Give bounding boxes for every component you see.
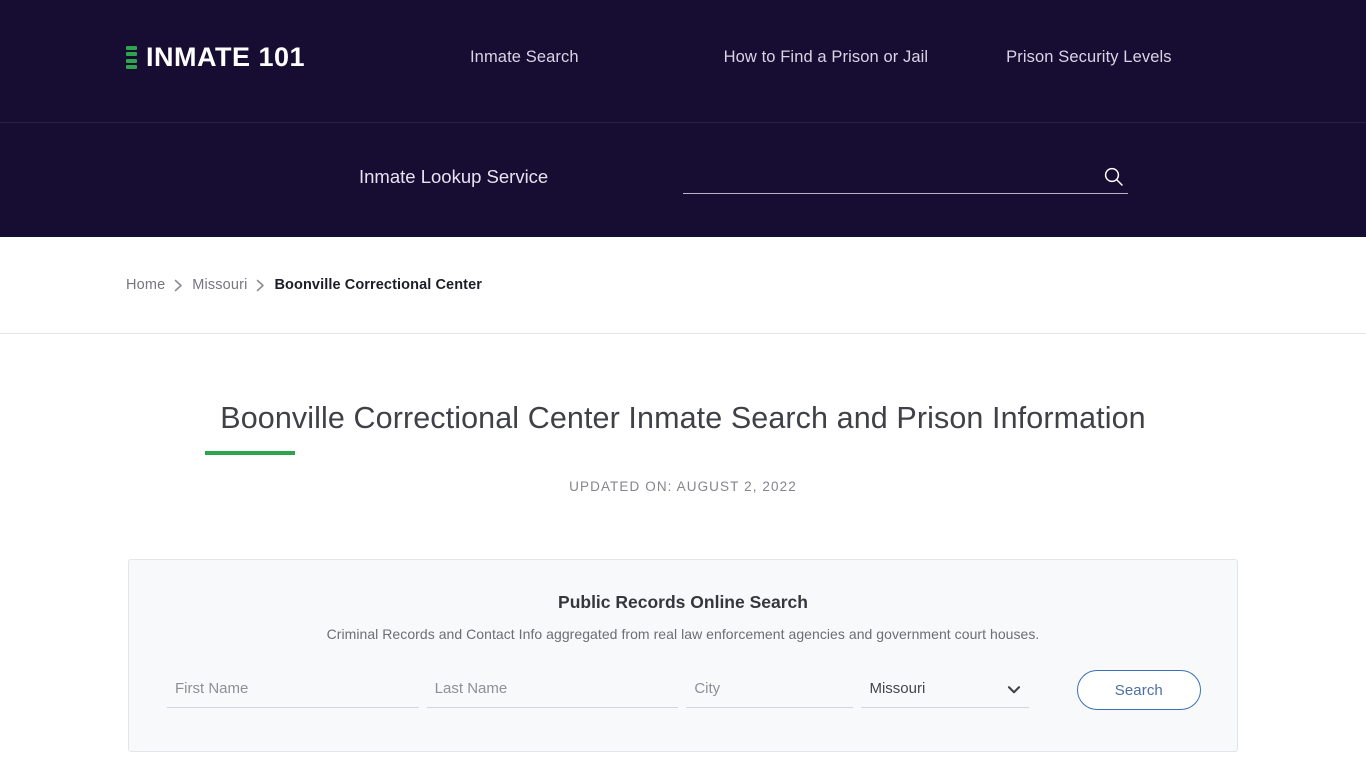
site-header: INMATE 101 Inmate Search How to Find a P…	[0, 0, 1366, 122]
site-search-box[interactable]	[683, 159, 1128, 194]
breadcrumb-item-current: Boonville Correctional Center	[274, 277, 483, 293]
brand-logo[interactable]: INMATE 101	[126, 44, 305, 71]
search-icon[interactable]	[1100, 163, 1126, 189]
title-accent-rule	[205, 450, 295, 455]
city-field[interactable]	[686, 670, 854, 708]
breadcrumb: Home Missouri Boonville Correctional Cen…	[126, 277, 482, 293]
nav-link-prison-security-levels[interactable]: Prison Security Levels	[1006, 48, 1171, 67]
page-title: Boonville Correctional Center Inmate Sea…	[220, 401, 1146, 435]
public-records-search-button[interactable]: Search	[1076, 670, 1202, 710]
public-records-search-card: Public Records Online Search Criminal Re…	[128, 559, 1238, 752]
lookup-service-band: Inmate Lookup Service	[0, 122, 1366, 237]
first-name-field[interactable]	[167, 670, 419, 708]
breadcrumb-bar: Home Missouri Boonville Correctional Cen…	[0, 237, 1366, 334]
card-title: Public Records Online Search	[558, 592, 808, 612]
stacked-bars-logo-icon	[126, 45, 137, 71]
public-records-search-form: MissouriAlabamaAlaskaArizonaArkansasCali…	[167, 670, 1202, 710]
last-name-field[interactable]	[426, 670, 679, 708]
nav-link-how-to-find-a-prison-or-jail[interactable]: How to Find a Prison or Jail	[724, 48, 929, 67]
last-name-input[interactable]	[426, 680, 679, 697]
state-select[interactable]: MissouriAlabamaAlaskaArizonaArkansasCali…	[861, 680, 1029, 697]
breadcrumb-item-home[interactable]: Home	[126, 277, 165, 293]
lookup-service-label: Inmate Lookup Service	[359, 166, 549, 187]
primary-nav: Inmate Search How to Find a Prison or Ja…	[470, 48, 1172, 67]
first-name-input[interactable]	[167, 680, 419, 697]
breadcrumb-item-missouri[interactable]: Missouri	[192, 277, 247, 293]
card-subtitle: Criminal Records and Contact Info aggreg…	[326, 626, 1040, 642]
state-field[interactable]: MissouriAlabamaAlaskaArizonaArkansasCali…	[861, 670, 1029, 708]
city-input[interactable]	[686, 680, 854, 697]
nav-link-inmate-search[interactable]: Inmate Search	[470, 48, 579, 67]
chevron-right-icon	[256, 279, 265, 292]
chevron-right-icon	[174, 279, 183, 292]
site-search-input[interactable]	[683, 161, 1100, 191]
brand-name: INMATE 101	[146, 42, 306, 72]
page-header: Boonville Correctional Center Inmate Sea…	[0, 334, 1366, 494]
updated-on-label: UPDATED ON: AUGUST 2, 2022	[569, 478, 797, 494]
